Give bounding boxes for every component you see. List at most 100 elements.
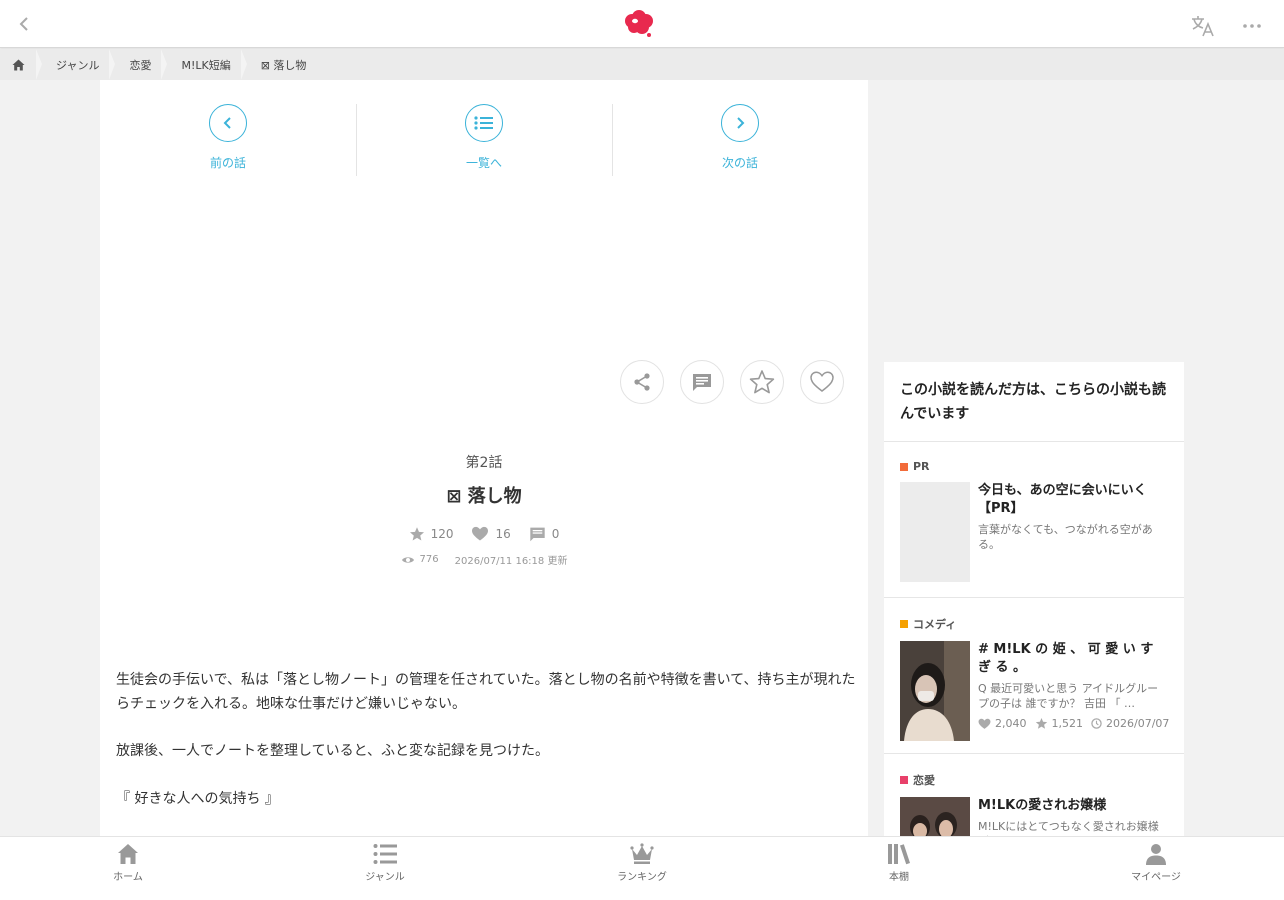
cloud-logo-icon xyxy=(625,10,653,37)
home-icon xyxy=(12,59,24,70)
person-icon xyxy=(1146,844,1166,865)
card-description: 言葉がなくても、つながれる空がある。 xyxy=(978,523,1153,551)
prev-episode-label: 前の話 xyxy=(209,156,246,170)
recommend-card[interactable]: コメディ # M!LK の 姫 、 可 愛 い す ぎ る 。 Q 最近可愛いと… xyxy=(884,598,1184,754)
translate-button[interactable] xyxy=(1190,14,1218,40)
card-info: M!LKの愛されお嬢様 M!LKにはとてつもなく愛されお嬢様がいるらしい… xyxy=(978,797,1168,836)
breadcrumb-genre[interactable]: ジャンル xyxy=(42,49,109,80)
tab-mypage-label: マイページ xyxy=(1131,872,1181,883)
card-date: 2026/07/07 xyxy=(1091,716,1170,730)
story-paragraph: 放課後、一人でノートを整理していると、ふと変な記録を見つけた。 xyxy=(116,743,550,759)
tab-genre[interactable]: ジャンル xyxy=(345,843,425,883)
chapter-meta: 776 2026/07/11 16:18 更新 xyxy=(100,552,868,567)
star-count: 120 xyxy=(409,526,454,542)
list-icon xyxy=(474,116,493,130)
more-dots-icon xyxy=(1243,24,1261,28)
tab-ranking[interactable]: ランキング xyxy=(602,843,682,883)
breadcrumb-home[interactable] xyxy=(0,49,36,80)
tag-color-dot xyxy=(900,462,908,471)
recommend-card[interactable]: 恋愛 M!LKの愛されお嬢様 M!LKにはとてつもなく愛されお嬢様がいるらしい… xyxy=(884,754,1184,836)
list-icon xyxy=(373,844,397,864)
star-count-value: 120 xyxy=(430,527,454,541)
chapter-number: 第2話 xyxy=(465,455,503,471)
card-stats: 2,040 1,521 2026/07/07 xyxy=(978,716,1170,730)
clock-icon xyxy=(1091,718,1102,729)
episode-nav: 前の話 一覧へ 次の話 xyxy=(100,104,868,176)
share-button[interactable] xyxy=(620,360,664,404)
story-body: 生徒会の手伝いで、私は「落とし物ノート」の管理を任されていた。落とし物の名前や特… xyxy=(116,668,856,834)
card-like-count: 2,040 xyxy=(978,717,1027,730)
tab-mypage[interactable]: マイページ xyxy=(1116,843,1196,883)
card-star-count: 1,521 xyxy=(1035,717,1084,730)
card-title: 今日も、あの空に会いにいく【PR】 xyxy=(978,483,1147,516)
comment-count-value: 0 xyxy=(551,527,560,541)
card-star-value: 1,521 xyxy=(1051,717,1084,730)
translate-icon xyxy=(1192,16,1214,37)
like-count-value: 16 xyxy=(495,527,511,541)
like-count: 16 xyxy=(471,526,511,542)
recommend-card[interactable]: PR 今日も、あの空に会いにいく【PR】 言葉がなくても、つながれる空がある。 xyxy=(884,442,1184,598)
next-episode-button[interactable]: 次の話 xyxy=(612,104,868,176)
tab-bookshelf[interactable]: 本棚 xyxy=(859,843,939,883)
action-buttons xyxy=(620,360,844,404)
star-outline-icon xyxy=(749,370,775,394)
tab-home-label: ホーム xyxy=(113,872,143,883)
like-heart-button[interactable] xyxy=(800,360,844,404)
crown-icon xyxy=(630,843,654,864)
chapter-stats: 120 16 0 xyxy=(100,526,868,542)
back-button[interactable] xyxy=(12,12,36,36)
share-icon xyxy=(634,373,650,391)
more-options-button[interactable] xyxy=(1240,16,1264,36)
favorite-star-button[interactable] xyxy=(740,360,784,404)
tab-genre-label: ジャンル xyxy=(365,872,405,883)
story-paragraph: 生徒会の手伝いで、私は「落とし物ノート」の管理を任されていた。落とし物の名前や特… xyxy=(116,672,856,712)
card-thumbnail xyxy=(900,641,970,741)
top-bar xyxy=(0,0,1284,48)
card-thumbnail xyxy=(900,797,970,836)
card-tag-label: PR xyxy=(913,460,930,473)
list-circle xyxy=(465,104,503,142)
bookshelf-icon xyxy=(888,844,910,865)
tab-home[interactable]: ホーム xyxy=(88,843,168,883)
card-info: # M!LK の 姫 、 可 愛 い す ぎ る 。 Q 最近可愛いと思う アイ… xyxy=(978,641,1170,741)
breadcrumb-series[interactable]: M!LK短編 xyxy=(167,49,240,80)
tab-bookshelf-label: 本棚 xyxy=(889,872,909,883)
tab-ranking-label: ランキング xyxy=(617,872,667,883)
card-title: # M!LK の 姫 、 可 愛 い す ぎ る 。 xyxy=(978,642,1154,675)
card-date-value: 2026/07/07 xyxy=(1106,716,1170,730)
card-like-value: 2,040 xyxy=(995,717,1027,730)
tag-color-dot xyxy=(900,620,908,628)
comment-button[interactable] xyxy=(680,360,724,404)
recommend-sidebar: この小説を読んだ方は、こちらの小説も読んでいます PR 今日も、あの空に会いにい… xyxy=(884,362,1184,836)
prev-circle xyxy=(209,104,247,142)
eye-icon xyxy=(401,556,414,563)
next-episode-label: 次の話 xyxy=(721,156,758,170)
main-content: 前の話 一覧へ 次の話 第2話 ⊠ 落し物 120 16 0 776 2026/… xyxy=(100,80,868,836)
breadcrumb-romance[interactable]: 恋愛 xyxy=(115,49,161,80)
next-circle xyxy=(721,104,759,142)
card-tag: PR xyxy=(900,460,1168,473)
card-description: M!LKにはとてつもなく愛されお嬢様がいるらしい… xyxy=(978,820,1159,836)
star-icon xyxy=(409,527,424,541)
view-count: 776 xyxy=(401,552,439,567)
person-photo-image xyxy=(900,641,970,741)
episode-list-button[interactable]: 一覧へ xyxy=(356,104,612,176)
star-icon xyxy=(1035,718,1047,729)
heart-outline-icon xyxy=(810,371,834,392)
recommend-heading: この小説を読んだ方は、こちらの小説も読んでいます xyxy=(884,362,1184,442)
chevron-right-icon xyxy=(737,117,745,129)
card-tag-label: 恋愛 xyxy=(913,774,935,787)
home-icon xyxy=(118,844,138,864)
card-thumbnail xyxy=(900,482,970,582)
prev-episode-button[interactable]: 前の話 xyxy=(100,104,356,176)
bottom-tab-bar: ホーム ジャンル ランキング 本棚 マイページ xyxy=(0,836,1284,900)
tag-color-dot xyxy=(900,776,908,784)
chevron-left-icon xyxy=(19,17,28,31)
card-description: Q 最近可愛いと思う アイドルグループの子は 誰ですか？ 吉田 「 … xyxy=(978,682,1159,710)
updated-date: 2026/07/11 16:18 更新 xyxy=(454,556,568,567)
card-body: M!LKの愛されお嬢様 M!LKにはとてつもなく愛されお嬢様がいるらしい… xyxy=(900,797,1168,836)
card-title: M!LKの愛されお嬢様 xyxy=(978,798,1107,813)
card-body: # M!LK の 姫 、 可 愛 い す ぎ る 。 Q 最近可愛いと思う アイ… xyxy=(900,641,1170,741)
card-tag: 恋愛 xyxy=(900,772,1168,788)
site-logo[interactable] xyxy=(622,8,656,40)
